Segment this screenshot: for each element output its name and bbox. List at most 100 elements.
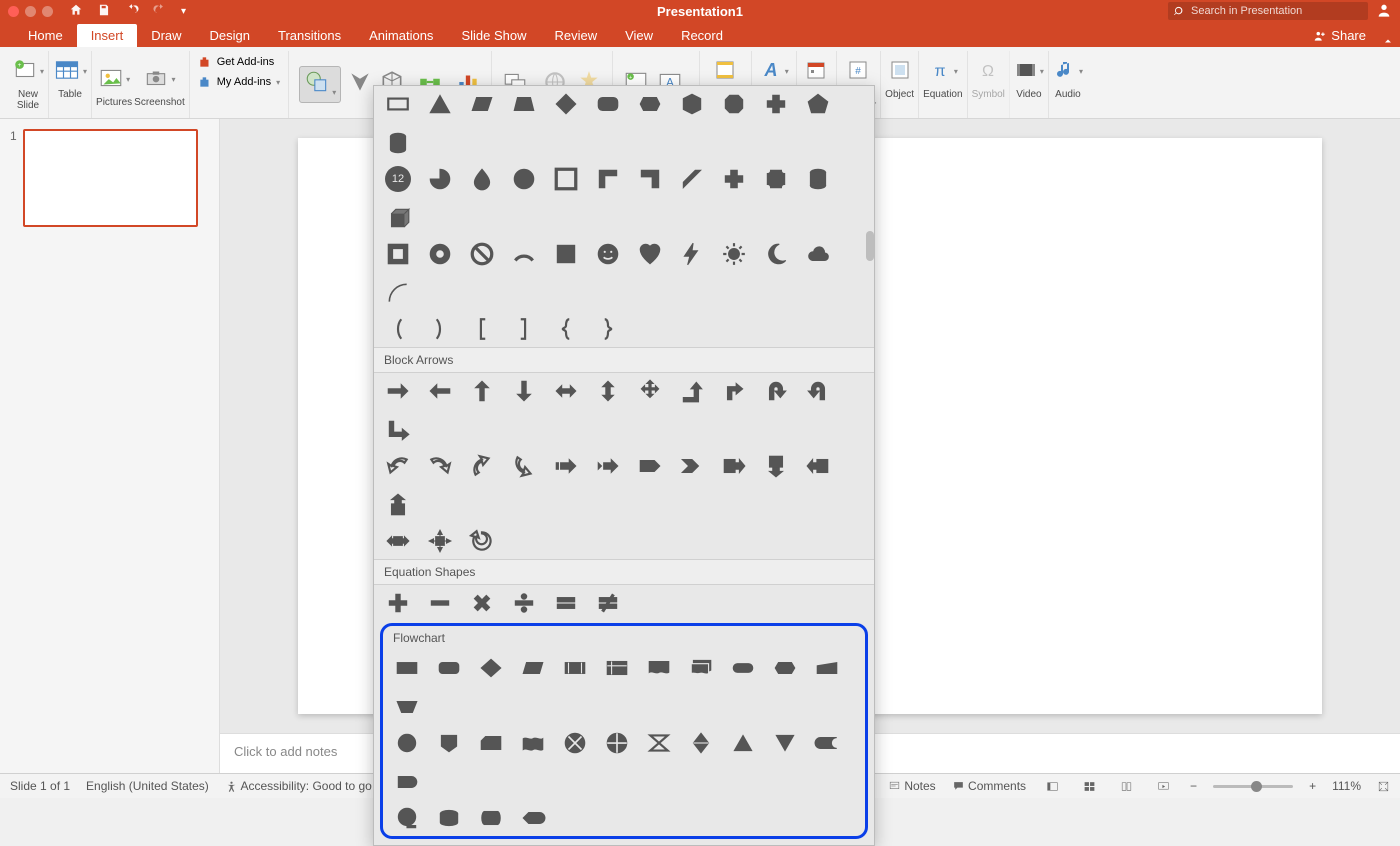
shape-frame[interactable] <box>552 165 580 193</box>
arrow-down[interactable] <box>510 377 538 405</box>
eq-plus[interactable] <box>384 589 412 617</box>
arrow-up[interactable] <box>468 377 496 405</box>
tab-home[interactable]: Home <box>14 24 77 47</box>
status-language[interactable]: English (United States) <box>86 779 209 793</box>
flow-punched-tape[interactable] <box>519 729 547 757</box>
shape-parallelogram[interactable] <box>468 90 496 118</box>
save-qat-icon[interactable] <box>97 3 111 20</box>
shape-corner[interactable] <box>636 165 664 193</box>
flow-merge[interactable] <box>771 729 799 757</box>
status-comments-button[interactable]: Comments <box>952 779 1026 793</box>
arrow-right[interactable] <box>384 377 412 405</box>
tab-review[interactable]: Review <box>540 24 611 47</box>
tab-slide-show[interactable]: Slide Show <box>447 24 540 47</box>
eq-not-equals[interactable] <box>594 589 622 617</box>
shape-plus[interactable] <box>762 90 790 118</box>
status-slide[interactable]: Slide 1 of 1 <box>10 779 70 793</box>
shape-donut[interactable] <box>426 240 454 268</box>
arrow-circular[interactable] <box>468 527 496 555</box>
flow-manual-input[interactable] <box>813 654 841 682</box>
close-window-icon[interactable] <box>8 6 19 17</box>
table-button[interactable]: Table <box>49 51 92 118</box>
tab-view[interactable]: View <box>611 24 667 47</box>
shape-arc2[interactable] <box>384 279 412 307</box>
flow-manual-op[interactable] <box>393 693 421 721</box>
video-button[interactable]: Video <box>1010 51 1049 118</box>
flow-terminator[interactable] <box>729 654 757 682</box>
shape-rounded-rect[interactable] <box>594 90 622 118</box>
shapes-button[interactable] <box>299 66 341 103</box>
flow-summing[interactable] <box>561 729 589 757</box>
object-button[interactable]: Object <box>881 51 919 118</box>
flow-or[interactable] <box>603 729 631 757</box>
zoom-slider[interactable] <box>1213 785 1293 788</box>
view-sorter-icon[interactable] <box>1079 777 1100 795</box>
flow-predefined[interactable] <box>561 654 589 682</box>
shape-circle-solid[interactable] <box>510 165 538 193</box>
arrow-bent-up[interactable] <box>678 377 706 405</box>
arrow-left[interactable] <box>426 377 454 405</box>
get-addins-button[interactable]: Get Add-ins <box>198 55 280 69</box>
tab-animations[interactable]: Animations <box>355 24 447 47</box>
status-accessibility[interactable]: Accessibility: Good to go <box>225 779 372 793</box>
arrow-quad[interactable] <box>636 377 664 405</box>
shape-bevel[interactable] <box>384 240 412 268</box>
shape-sun[interactable] <box>720 240 748 268</box>
arrow-notched[interactable] <box>594 452 622 480</box>
redo-qat-icon[interactable] <box>153 3 167 20</box>
home-qat-icon[interactable] <box>69 3 83 20</box>
audio-button[interactable]: Audio <box>1049 51 1087 118</box>
shape-arc[interactable] <box>510 240 538 268</box>
arrow-callout-left[interactable] <box>804 452 832 480</box>
flow-alt-process[interactable] <box>435 654 463 682</box>
tab-draw[interactable]: Draw <box>137 24 195 47</box>
arrow-corner-down[interactable] <box>384 416 412 444</box>
qat-customize-icon[interactable]: ▾ <box>181 6 186 17</box>
shape-smiley[interactable] <box>594 240 622 268</box>
equation-button[interactable]: π Equation <box>919 51 967 118</box>
flow-sort[interactable] <box>687 729 715 757</box>
shape-plaque[interactable] <box>762 165 790 193</box>
shape-trapezoid[interactable] <box>510 90 538 118</box>
search-input[interactable]: Search in Presentation <box>1168 2 1368 20</box>
shape-cube[interactable] <box>384 204 412 232</box>
eq-equals[interactable] <box>552 589 580 617</box>
shape-hexagon-flat[interactable] <box>636 90 664 118</box>
eq-multiply[interactable] <box>468 589 496 617</box>
flow-card[interactable] <box>477 729 505 757</box>
shape-hexagon[interactable] <box>678 90 706 118</box>
tab-insert[interactable]: Insert <box>77 24 138 47</box>
shape-paren-right[interactable] <box>426 315 454 343</box>
collapse-ribbon-icon[interactable] <box>1382 35 1394 47</box>
shape-octagon[interactable] <box>720 90 748 118</box>
shape-cross[interactable] <box>720 165 748 193</box>
arrow-up-down[interactable] <box>594 377 622 405</box>
shapes-scrollbar[interactable] <box>866 231 874 261</box>
arrow-curved-down[interactable] <box>510 452 538 480</box>
eq-divide[interactable] <box>510 589 538 617</box>
shape-cloud[interactable] <box>804 240 832 268</box>
fit-to-window-icon[interactable] <box>1377 779 1390 793</box>
shape-teardrop[interactable] <box>468 165 496 193</box>
slide-thumbnail-1[interactable] <box>23 129 198 227</box>
flow-delay[interactable] <box>393 768 421 796</box>
share-button[interactable]: Share <box>1303 24 1376 47</box>
zoom-in-button[interactable]: + <box>1309 779 1316 793</box>
undo-qat-icon[interactable] <box>125 3 139 20</box>
shape-triangle[interactable] <box>426 90 454 118</box>
shape-diamond[interactable] <box>552 90 580 118</box>
arrow-bent-right[interactable] <box>720 377 748 405</box>
flow-seq-access[interactable] <box>393 804 421 832</box>
tab-design[interactable]: Design <box>196 24 264 47</box>
arrow-curved-left[interactable] <box>384 452 412 480</box>
arrow-curved-right[interactable] <box>426 452 454 480</box>
shape-diagonal-stripe[interactable] <box>678 165 706 193</box>
eq-minus[interactable] <box>426 589 454 617</box>
zoom-level[interactable]: 111% <box>1332 779 1361 793</box>
shape-heart[interactable] <box>636 240 664 268</box>
arrow-curved-up[interactable] <box>468 452 496 480</box>
my-addins-button[interactable]: My Add-ins ▾ <box>198 75 280 89</box>
new-slide-button[interactable]: + NewSlide <box>8 51 49 118</box>
flow-connector[interactable] <box>393 729 421 757</box>
arrow-callout-right[interactable] <box>720 452 748 480</box>
